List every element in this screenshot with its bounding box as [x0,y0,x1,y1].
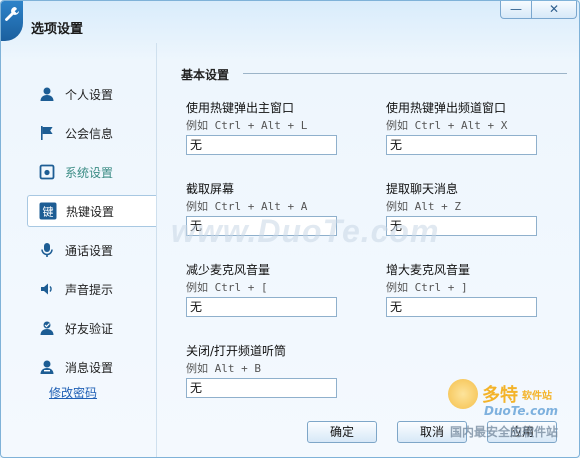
close-button[interactable]: ✕ [531,1,577,19]
friend-verify-icon [37,318,57,338]
microphone-icon [37,240,57,260]
svg-text:键: 键 [43,205,54,219]
sidebar-item-messages[interactable]: 消息设置 [27,351,155,383]
hotkey-mic-volume-down: 减少麦克风音量 例如 Ctrl + [ 无 [186,261,346,317]
sidebar-item-call[interactable]: 通话设置 [27,234,155,266]
hotkey-main-window: 使用热键弹出主窗口 例如 Ctrl + Alt + L 无 [186,99,346,155]
field-label: 减少麦克风音量 [186,263,271,277]
field-label: 增大麦克风音量 [386,263,471,277]
field-hint: 例如 Ctrl + Alt + L [186,119,308,132]
field-hint: 例如 Ctrl + ] [386,281,468,294]
field-label: 关闭/打开频道听筒 [186,344,287,358]
hotkey-settings-panel: 基本设置 使用热键弹出主窗口 例如 Ctrl + Alt + L 无 使用热键弹… [161,43,579,457]
field-label: 使用热键弹出主窗口 [186,101,295,115]
speaker-icon [37,279,57,299]
hotkey-icon: 键 [38,201,58,221]
field-hint: 例如 Alt + Z [386,200,461,213]
title-bar[interactable]: 选项设置 — ✕ [1,1,579,43]
sidebar-item-label: 声音提示 [65,282,114,297]
flag-icon [37,123,57,143]
sidebar-item-label: 公会信息 [65,126,114,141]
sidebar: 个人设置 公会信息 系统设置 键 热键设置 通话设置 声音提示 好友验证 消息设… [1,43,157,457]
apply-button[interactable]: 应用 [487,421,557,443]
sidebar-item-hotkeys[interactable]: 键 热键设置 [27,195,156,227]
sidebar-item-sound[interactable]: 声音提示 [27,273,155,305]
hotkey-extract-chat: 提取聊天消息 例如 Alt + Z 无 [386,180,546,236]
hotkey-channel-receiver-input[interactable]: 无 [186,378,337,398]
system-icon [37,162,57,182]
minimize-button[interactable]: — [500,1,532,19]
field-hint: 例如 Ctrl + Alt + A [186,200,308,213]
person-icon [37,84,57,104]
section-title: 基本设置 [181,68,230,82]
hotkey-extract-chat-input[interactable]: 无 [386,216,537,236]
field-label: 使用热键弹出频道窗口 [386,101,507,115]
sidebar-item-label: 通话设置 [65,243,114,258]
field-label: 提取聊天消息 [386,182,459,196]
message-icon [37,357,57,377]
sidebar-item-personal[interactable]: 个人设置 [27,78,155,110]
hotkey-channel-receiver: 关闭/打开频道听筒 例如 Alt + B 无 [186,342,346,398]
sidebar-item-label: 好友验证 [65,321,114,336]
field-hint: 例如 Ctrl + Alt + X [386,119,508,132]
hotkey-mic-volume-up-input[interactable]: 无 [386,297,537,317]
sidebar-item-label: 消息设置 [65,360,114,375]
cancel-button[interactable]: 取消 [397,421,467,443]
hotkey-screenshot: 截取屏幕 例如 Ctrl + Alt + A 无 [186,180,346,236]
field-hint: 例如 Ctrl + [ [186,281,268,294]
hotkey-main-window-input[interactable]: 无 [186,135,337,155]
close-icon: ✕ [548,2,560,16]
section-divider [243,73,567,74]
hotkey-screenshot-input[interactable]: 无 [186,216,337,236]
window-title: 选项设置 [31,22,84,37]
hotkey-channel-window-input[interactable]: 无 [386,135,537,155]
hotkey-channel-window: 使用热键弹出频道窗口 例如 Ctrl + Alt + X 无 [386,99,546,155]
change-password-link[interactable]: 修改密码 [49,384,97,401]
sidebar-item-label: 热键设置 [66,204,115,219]
sidebar-item-friend-verify[interactable]: 好友验证 [27,312,155,344]
minimize-icon: — [510,2,522,16]
ok-button[interactable]: 确定 [307,421,377,443]
sidebar-item-label: 系统设置 [65,165,114,180]
field-hint: 例如 Alt + B [186,362,261,375]
wrench-icon [1,1,23,41]
options-window: 选项设置 — ✕ 个人设置 公会信息 系统设置 键 热键设置 通话设置 声音提示… [0,0,580,458]
sidebar-item-system[interactable]: 系统设置 [27,156,155,188]
sidebar-item-guild-info[interactable]: 公会信息 [27,117,155,149]
hotkey-mic-volume-down-input[interactable]: 无 [186,297,337,317]
sidebar-item-label: 个人设置 [65,87,114,102]
field-label: 截取屏幕 [186,182,235,196]
sidebar-divider [156,43,157,457]
hotkey-mic-volume-up: 增大麦克风音量 例如 Ctrl + ] 无 [386,261,546,317]
